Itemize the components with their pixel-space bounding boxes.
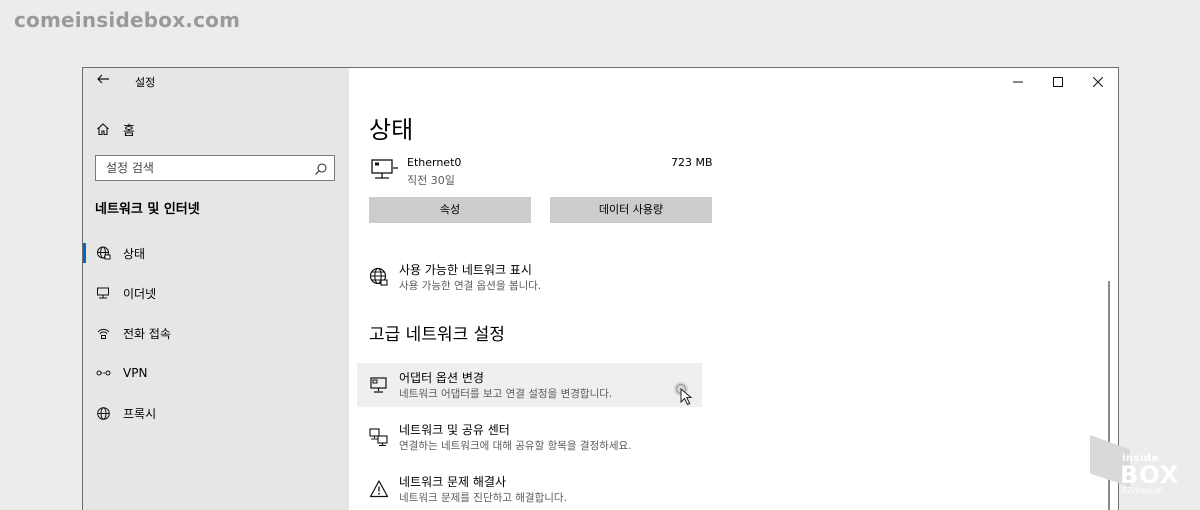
network-sharing-center-link[interactable]: 네트워크 및 공유 센터 연결하는 네트워크에 대해 공유할 항목을 결정하세요… [357,415,702,459]
logo-line3: EZmanual [1122,486,1163,495]
search-box[interactable] [95,155,335,181]
sidebar-item-label: 상태 [123,246,146,261]
minimize-button[interactable] [998,68,1038,96]
adapter-options-link[interactable]: 어댑터 옵션 변경 네트워크 어댑터를 보고 연결 설정을 변경합니다. [357,363,702,407]
row-title: 네트워크 문제 해결사 [399,475,506,489]
globe-icon [369,267,389,287]
app-title: 설정 [135,76,156,89]
row-desc: 연결하는 네트워크에 대해 공유할 항목을 결정하세요. [399,440,632,452]
properties-button[interactable]: 속성 [369,197,531,223]
search-input[interactable] [104,160,308,176]
connection-period: 직전 30일 [407,174,455,187]
maximize-button[interactable] [1038,68,1078,96]
sidebar-item-label: 이더넷 [123,286,157,301]
section-title: 네트워크 및 인터넷 [95,202,200,217]
row-title: 어댑터 옵션 변경 [399,371,484,385]
sidebar-item-status[interactable]: 상태 [83,241,349,265]
nav-home[interactable]: 홈 [95,119,135,139]
ethernet-icon [95,285,111,301]
connection-name: Ethernet0 [407,156,462,169]
proxy-icon [95,405,111,421]
settings-window: 설정 홈 네트워크 및 인터넷 상태 이더넷 [82,67,1119,510]
data-usage-button[interactable]: 데이터 사용량 [550,197,712,223]
troubleshooter-link[interactable]: 네트워크 문제 해결사 네트워크 문제를 진단하고 해결합니다. [357,467,702,510]
back-arrow-icon[interactable] [95,72,111,88]
sidebar-item-vpn[interactable]: VPN [83,361,349,385]
close-button[interactable] [1078,68,1118,96]
logo-line2: BOX [1120,461,1180,489]
dialup-icon [95,325,111,341]
globe-network-icon [95,245,111,261]
page-title: 상태 [369,116,414,144]
vpn-icon [95,365,111,381]
sidebar: 설정 홈 네트워크 및 인터넷 상태 이더넷 [83,68,349,510]
sidebar-item-label: 전화 접속 [123,326,171,341]
sidebar-item-proxy[interactable]: 프록시 [83,401,349,425]
row-desc: 네트워크 어댑터를 보고 연결 설정을 변경합니다. [399,388,613,400]
ethernet-status-icon [371,159,399,181]
show-networks-link[interactable]: 사용 가능한 네트워크 표시 사용 가능한 연결 옵션을 봅니다. [357,255,702,299]
row-title: 사용 가능한 네트워크 표시 [399,263,532,277]
row-desc: 사용 가능한 연결 옵션을 봅니다. [399,280,542,292]
row-desc: 네트워크 문제를 진단하고 해결합니다. [399,492,567,504]
sidebar-item-dialup[interactable]: 전화 접속 [83,321,349,345]
home-icon [95,121,111,137]
warning-icon [369,479,389,499]
row-title: 네트워크 및 공유 센터 [399,423,510,437]
advanced-heading: 고급 네트워크 설정 [369,325,505,345]
nav-home-label: 홈 [123,123,135,139]
sidebar-item-ethernet[interactable]: 이더넷 [83,281,349,305]
title-bar: 설정 [83,68,349,96]
insidebox-logo: inside BOX EZmanual [1090,435,1186,495]
sidebar-item-label: VPN [123,366,148,380]
site-watermark: comeinsidebox.com [14,8,241,32]
connection-usage: 723 MB [671,156,713,169]
search-icon[interactable] [314,161,328,175]
main-pane: 상태 Ethernet0 직전 30일 723 MB 속성 데이터 사용량 사용… [349,68,1118,510]
adapter-icon [369,375,389,395]
sidebar-item-label: 프록시 [123,406,157,421]
sharing-center-icon [369,427,389,447]
cursor-click-icon [673,381,699,407]
